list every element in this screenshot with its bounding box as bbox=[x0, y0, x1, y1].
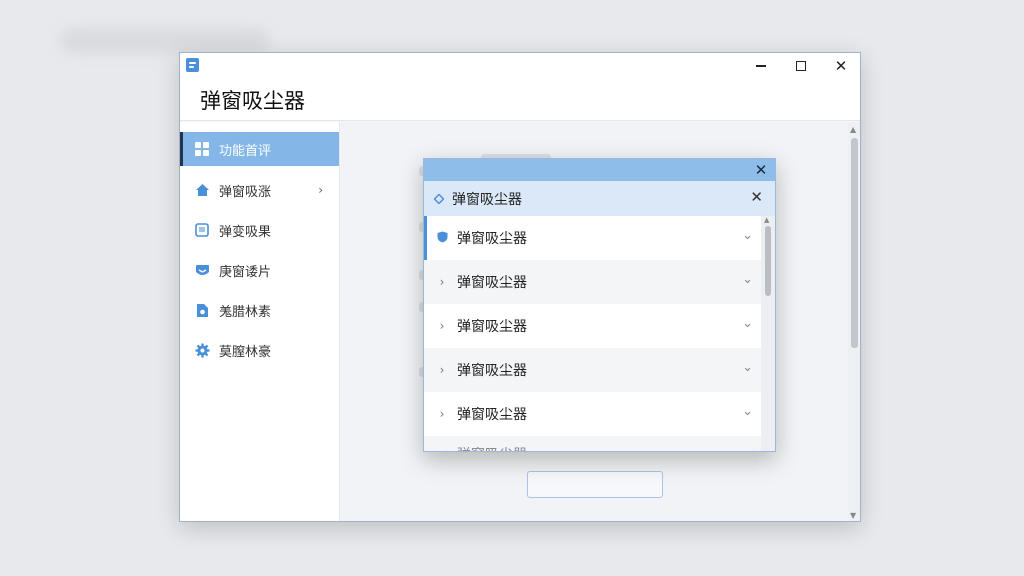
scroll-up-icon[interactable]: ▲ bbox=[764, 216, 769, 224]
sidebar-item-home[interactable]: 功能首评 bbox=[180, 132, 339, 166]
minimize-icon bbox=[756, 65, 766, 67]
list-item[interactable]: 弹窗吸尘器 bbox=[424, 436, 763, 451]
sidebar-item-elements[interactable]: 羗腊林素 bbox=[180, 290, 339, 330]
sidebar-item-settings[interactable]: 莫膣林豪 bbox=[180, 330, 339, 370]
dialog-title-bar: ✕ bbox=[424, 159, 775, 181]
list-item-label: 弹窗吸尘器 bbox=[457, 363, 527, 379]
maximize-icon bbox=[796, 61, 806, 71]
sidebar-item-label: 功能首评 bbox=[219, 143, 272, 159]
inbox-icon bbox=[194, 262, 210, 278]
dialog-header-label: 弹窗吸尘器 bbox=[452, 191, 522, 208]
list-item[interactable]: 弹窗吸尘器 ⌄ bbox=[424, 216, 763, 260]
dialog-header[interactable]: 弹窗吸尘器 ✕ bbox=[424, 181, 775, 216]
main-scrollbar[interactable]: ▲ ▼ bbox=[848, 122, 860, 521]
title-bar: ✕ 弹窗吸尘器 bbox=[180, 53, 860, 121]
chevron-right-icon: › bbox=[318, 183, 323, 197]
background-blur bbox=[60, 28, 270, 54]
home-icon bbox=[194, 182, 210, 198]
page-title: 弹窗吸尘器 bbox=[200, 89, 305, 113]
list-item-label: 弹窗吸尘器 bbox=[457, 407, 527, 423]
sidebar-item-label: 羗腊林素 bbox=[219, 304, 272, 320]
gear-icon bbox=[194, 342, 210, 358]
close-button[interactable]: ✕ bbox=[828, 55, 854, 77]
scroll-down-icon[interactable]: ▼ bbox=[850, 511, 856, 520]
grid-icon bbox=[194, 141, 210, 157]
shield-icon bbox=[436, 231, 448, 246]
chevron-right-icon: › bbox=[439, 275, 445, 289]
sidebar-item-media[interactable]: 庚窗诿片 bbox=[180, 250, 339, 290]
scrollbar-thumb[interactable] bbox=[765, 226, 771, 296]
sidebar-item-label: 庚窗诿片 bbox=[219, 264, 272, 280]
sidebar-item-label: 弹窗吸涨 bbox=[219, 184, 272, 200]
chevron-right-icon: › bbox=[439, 363, 445, 377]
maximize-button[interactable] bbox=[788, 55, 814, 77]
chevron-down-icon[interactable]: ⌄ bbox=[742, 360, 753, 375]
popup-dialog: ✕ 弹窗吸尘器 ✕ 弹窗吸尘器 ⌄ › 弹窗吸尘器 ⌄ › 弹窗吸尘器 ⌄ › … bbox=[423, 158, 776, 452]
close-icon: ✕ bbox=[834, 57, 848, 75]
document-icon bbox=[194, 302, 210, 318]
clear-icon[interactable]: ✕ bbox=[750, 188, 763, 206]
minimize-button[interactable] bbox=[748, 55, 774, 77]
list-item-label: 弹窗吸尘器 bbox=[457, 231, 527, 247]
action-button[interactable] bbox=[527, 471, 663, 498]
app-icon bbox=[186, 58, 199, 72]
list-item[interactable]: › 弹窗吸尘器 ⌄ bbox=[424, 304, 763, 348]
sidebar-item-label: 弹变吸果 bbox=[219, 224, 272, 240]
chevron-down-icon[interactable]: ⌄ bbox=[742, 228, 753, 243]
list-item[interactable]: › 弹窗吸尘器 ⌄ bbox=[424, 348, 763, 392]
list-item-label: 弹窗吸尘器 bbox=[457, 444, 527, 451]
dialog-close-button[interactable]: ✕ bbox=[751, 160, 771, 180]
window-icon bbox=[194, 222, 210, 238]
dialog-scrollbar[interactable]: ▲ bbox=[761, 216, 775, 451]
list-item[interactable]: › 弹窗吸尘器 ⌄ bbox=[424, 392, 763, 436]
list-item-label: 弹窗吸尘器 bbox=[457, 319, 527, 335]
list-item-label: 弹窗吸尘器 bbox=[457, 275, 527, 291]
sidebar-item-label: 莫膣林豪 bbox=[219, 344, 272, 360]
list-item[interactable]: › 弹窗吸尘器 ⌄ bbox=[424, 260, 763, 304]
chevron-down-icon[interactable]: ⌄ bbox=[742, 316, 753, 331]
dialog-list: 弹窗吸尘器 ⌄ › 弹窗吸尘器 ⌄ › 弹窗吸尘器 ⌄ › 弹窗吸尘器 ⌄ › … bbox=[424, 216, 763, 451]
scrollbar-thumb[interactable] bbox=[851, 138, 858, 348]
sidebar-item-result[interactable]: 弹变吸果 bbox=[180, 210, 339, 250]
scroll-up-icon[interactable]: ▲ bbox=[850, 125, 856, 134]
sidebar: 功能首评 弹窗吸涨 › 弹变吸果 庚窗诿片 羗腊林素 莫膣林豪 bbox=[180, 122, 340, 521]
chevron-down-icon[interactable]: ⌄ bbox=[742, 404, 753, 419]
chevron-down-icon[interactable]: ⌄ bbox=[742, 272, 753, 287]
close-icon: ✕ bbox=[754, 161, 768, 179]
sidebar-item-popup[interactable]: 弹窗吸涨 › bbox=[180, 170, 339, 210]
chevron-right-icon: › bbox=[439, 407, 445, 421]
diamond-icon bbox=[434, 193, 444, 204]
chevron-right-icon: › bbox=[439, 319, 445, 333]
